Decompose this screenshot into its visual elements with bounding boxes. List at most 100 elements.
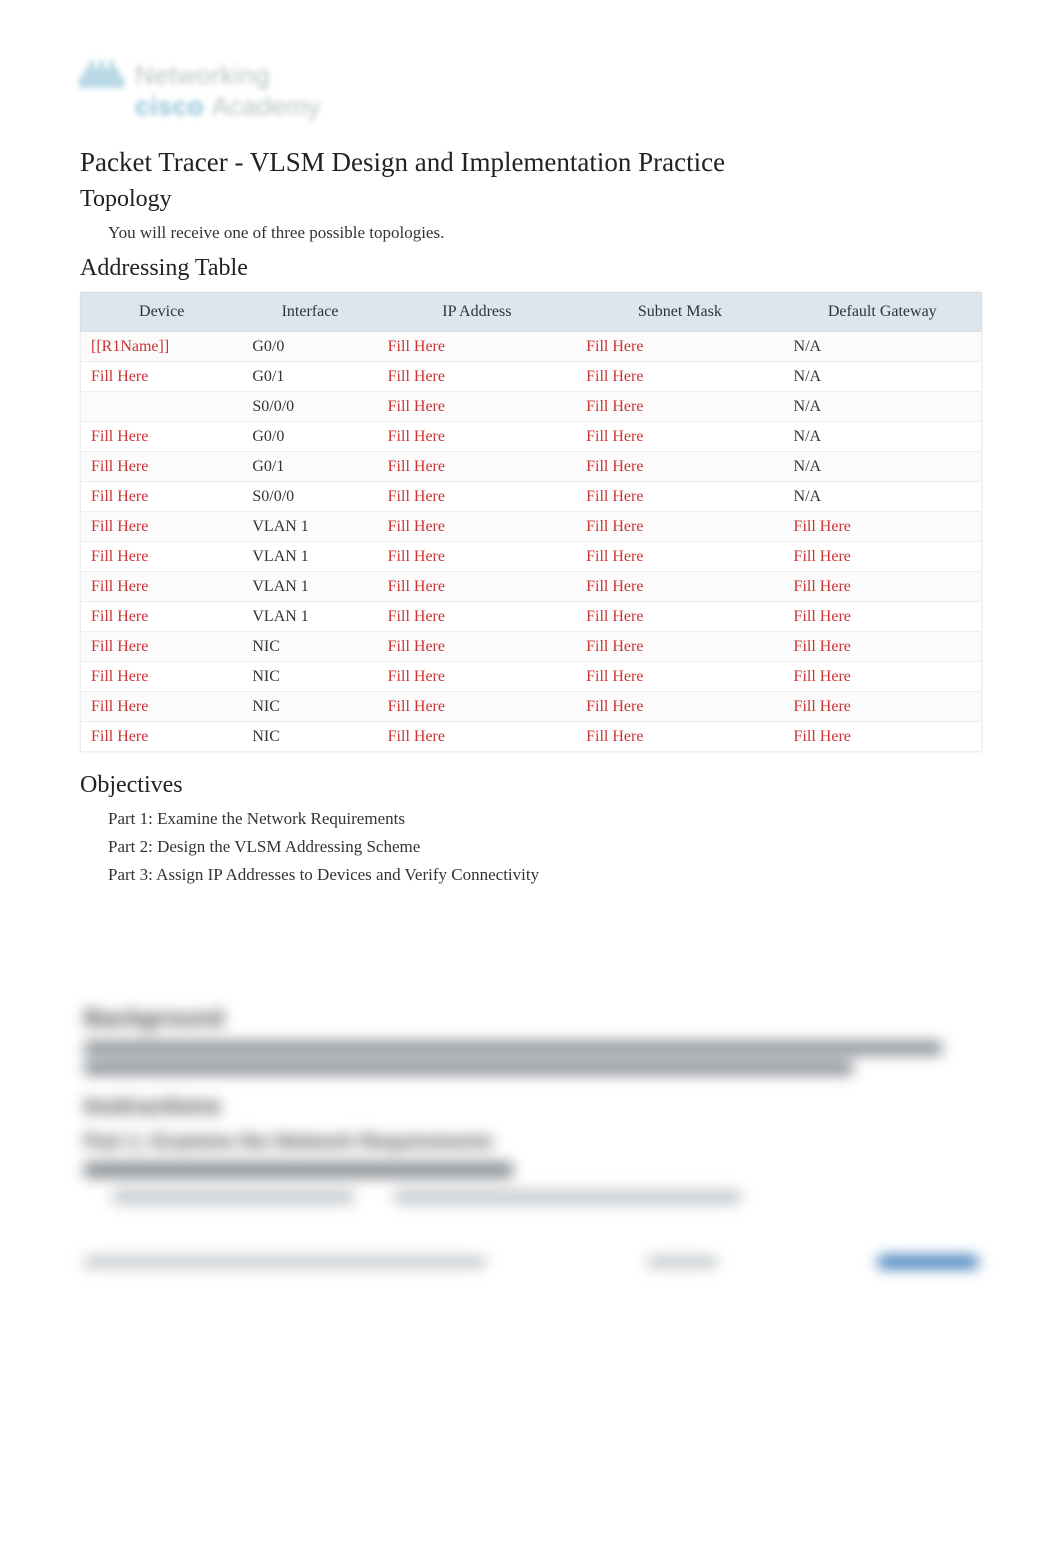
table-row: Fill HereVLAN 1Fill HereFill HereFill He… [80,572,982,602]
cell-device: Fill Here [80,632,242,662]
cell-gateway: N/A [784,452,982,482]
cell-interface: G0/1 [242,452,377,482]
cell-device: Fill Here [80,512,242,542]
cell-interface: G0/1 [242,362,377,392]
brand-logo: Networking cisco Academy [80,60,982,122]
table-row: Fill HereVLAN 1Fill HereFill HereFill He… [80,512,982,542]
cell-mask: Fill Here [576,362,783,392]
cell-gateway: Fill Here [784,512,982,542]
blurred-heading: Instructions [84,1093,978,1121]
cell-ip: Fill Here [378,482,576,512]
cell-interface: VLAN 1 [242,602,377,632]
section-topology: Topology [80,186,982,213]
cell-device: [[R1Name]] [80,332,242,362]
cell-ip: Fill Here [378,362,576,392]
cell-ip: Fill Here [378,662,576,692]
cell-mask: Fill Here [576,422,783,452]
topology-description: You will receive one of three possible t… [108,223,982,243]
cell-gateway: N/A [784,392,982,422]
cell-mask: Fill Here [576,572,783,602]
cell-interface: S0/0/0 [242,482,377,512]
cell-mask: Fill Here [576,692,783,722]
cell-device: Fill Here [80,722,242,752]
cell-gateway: Fill Here [784,722,982,752]
blurred-heading: Background [84,1005,978,1033]
cell-ip: Fill Here [378,572,576,602]
cell-interface: VLAN 1 [242,572,377,602]
cell-device [80,392,242,422]
cell-gateway: N/A [784,422,982,452]
cell-device: Fill Here [80,482,242,512]
cell-mask: Fill Here [576,392,783,422]
cell-interface: NIC [242,662,377,692]
table-header-row: Device Interface IP Address Subnet Mask … [80,292,982,332]
cell-interface: G0/0 [242,422,377,452]
cell-mask: Fill Here [576,332,783,362]
cell-device: Fill Here [80,602,242,632]
objective-item: Part 3: Assign IP Addresses to Devices a… [108,865,982,885]
table-row: S0/0/0Fill HereFill HereN/A [80,392,982,422]
cell-ip: Fill Here [378,692,576,722]
cell-device: Fill Here [80,362,242,392]
cell-interface: NIC [242,692,377,722]
cell-gateway: Fill Here [784,632,982,662]
header-interface: Interface [242,292,377,332]
cell-mask: Fill Here [576,542,783,572]
cell-ip: Fill Here [378,332,576,362]
section-objectives: Objectives [80,772,982,799]
section-addressing-table: Addressing Table [80,255,982,282]
cell-interface: G0/0 [242,332,377,362]
cell-ip: Fill Here [378,542,576,572]
cell-ip: Fill Here [378,512,576,542]
cisco-bars-icon [80,60,123,88]
table-row: Fill HereNICFill HereFill HereFill Here [80,692,982,722]
cell-gateway: Fill Here [784,542,982,572]
cell-interface: NIC [242,722,377,752]
cell-ip: Fill Here [378,392,576,422]
cell-mask: Fill Here [576,602,783,632]
cell-gateway: Fill Here [784,572,982,602]
cell-mask: Fill Here [576,662,783,692]
cell-device: Fill Here [80,572,242,602]
blurred-content: Background Instructions Part 1: Examine … [80,1005,982,1304]
logo-brand-text: cisco [135,91,204,122]
cell-device: Fill Here [80,542,242,572]
cell-device: Fill Here [80,662,242,692]
cell-interface: VLAN 1 [242,512,377,542]
table-row: Fill HereVLAN 1Fill HereFill HereFill He… [80,542,982,572]
objective-item: Part 2: Design the VLSM Addressing Schem… [108,837,982,857]
cell-mask: Fill Here [576,632,783,662]
cell-gateway: N/A [784,482,982,512]
cell-device: Fill Here [80,692,242,722]
table-row: Fill HereG0/0Fill HereFill HereN/A [80,422,982,452]
cell-mask: Fill Here [576,512,783,542]
header-gateway: Default Gateway [784,292,982,332]
document-title: Packet Tracer - VLSM Design and Implemen… [80,147,982,178]
objectives-list: Part 1: Examine the Network Requirements… [108,809,982,885]
cell-interface: S0/0/0 [242,392,377,422]
cell-device: Fill Here [80,422,242,452]
table-row: Fill HereVLAN 1Fill HereFill HereFill He… [80,602,982,632]
cell-ip: Fill Here [378,722,576,752]
logo-sub-text: Academy [212,91,320,122]
header-mask: Subnet Mask [576,292,783,332]
addressing-table: Device Interface IP Address Subnet Mask … [80,292,982,752]
cell-gateway: Fill Here [784,602,982,632]
page-footer [84,1250,978,1274]
objective-item: Part 1: Examine the Network Requirements [108,809,982,829]
cell-interface: NIC [242,632,377,662]
cell-ip: Fill Here [378,422,576,452]
cell-gateway: Fill Here [784,662,982,692]
table-row: Fill HereG0/1Fill HereFill HereN/A [80,452,982,482]
table-row: Fill HereNICFill HereFill HereFill Here [80,722,982,752]
cell-gateway: N/A [784,332,982,362]
table-row: Fill HereNICFill HereFill HereFill Here [80,662,982,692]
table-row: [[R1Name]]G0/0Fill HereFill HereN/A [80,332,982,362]
cell-mask: Fill Here [576,482,783,512]
cell-mask: Fill Here [576,452,783,482]
cell-gateway: Fill Here [784,692,982,722]
table-row: Fill HereS0/0/0Fill HereFill HereN/A [80,482,982,512]
cell-ip: Fill Here [378,602,576,632]
header-ip: IP Address [378,292,576,332]
cell-gateway: N/A [784,362,982,392]
